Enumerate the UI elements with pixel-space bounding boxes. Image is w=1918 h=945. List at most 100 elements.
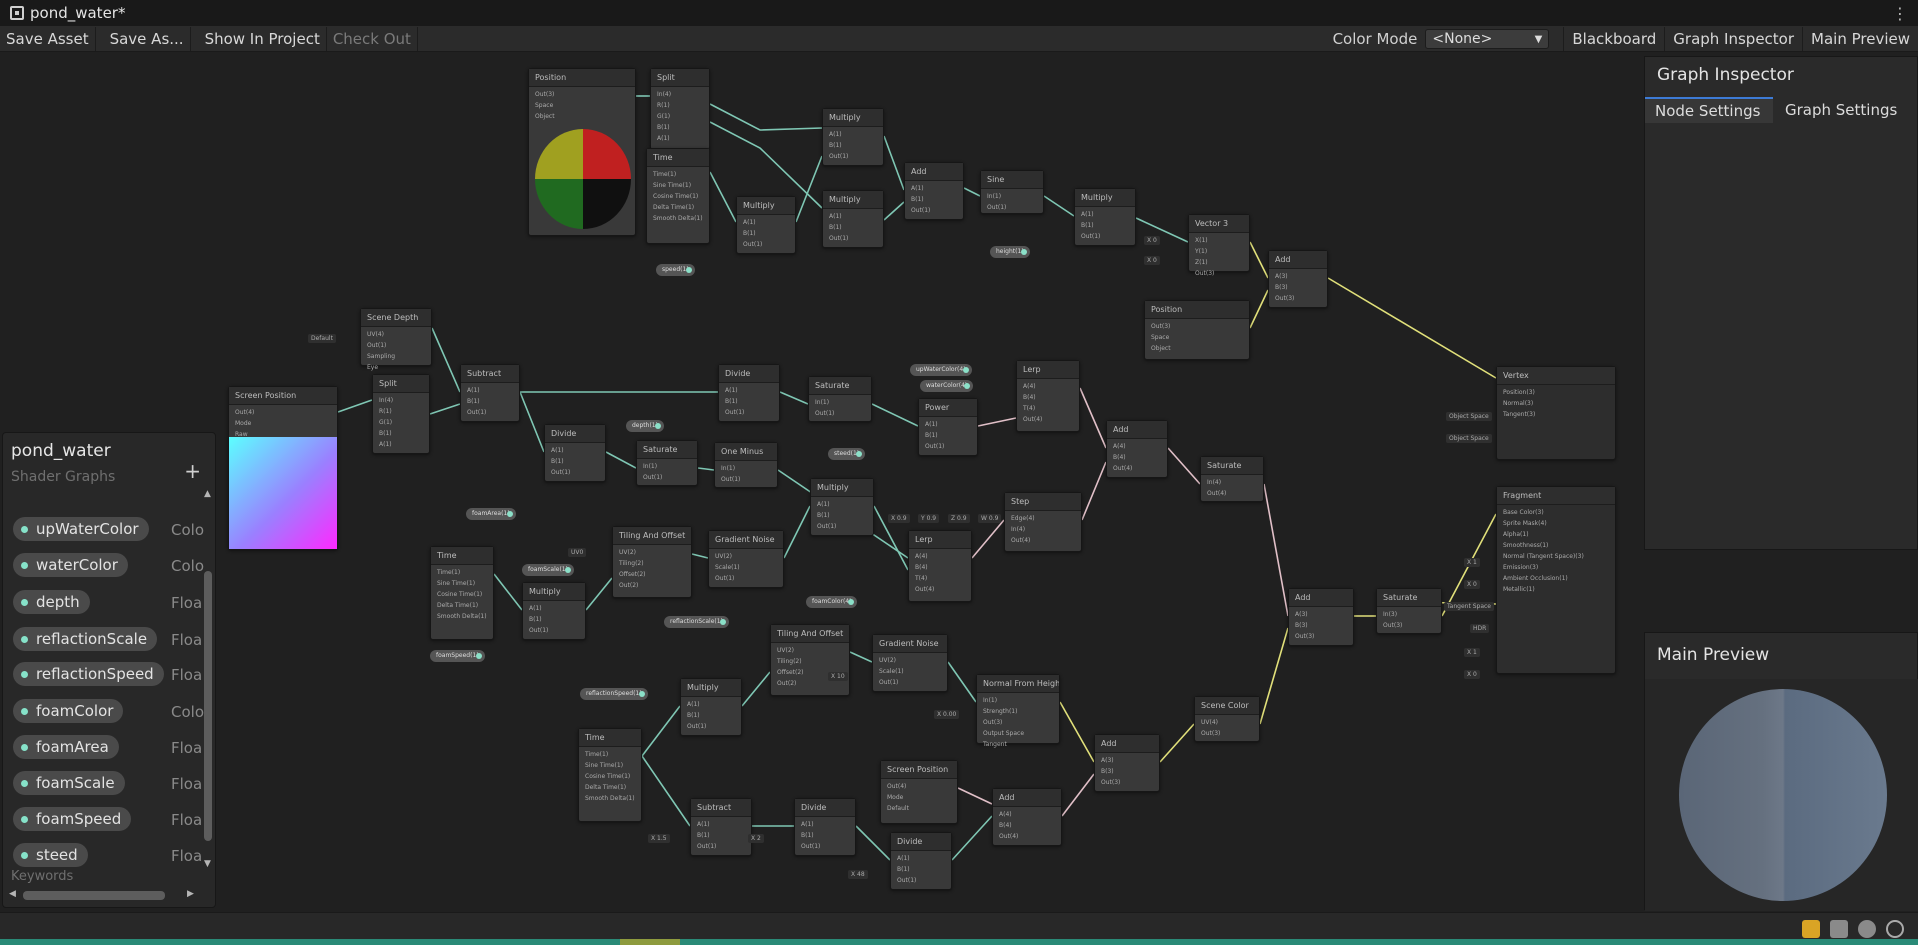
node-port[interactable]: A(1) xyxy=(529,605,542,612)
node-position1[interactable]: Position Out(3) Space Object xyxy=(528,68,636,236)
node-port[interactable]: Out(4) xyxy=(887,783,906,790)
property-pill[interactable]: foamColor xyxy=(13,699,124,723)
node-mul5[interactable]: Multiply A(1) B(1) Out(1) xyxy=(810,478,874,536)
node-port[interactable]: In(4) xyxy=(657,91,671,98)
edge[interactable] xyxy=(951,815,993,861)
node-vertex[interactable]: Vertex Position(3) Normal(3) Tangent(3) xyxy=(1496,366,1616,460)
node-port[interactable]: Object xyxy=(1151,345,1171,352)
node-port[interactable]: B(1) xyxy=(897,866,910,873)
node-scenecolor[interactable]: Scene Color UV(4) Out(3) xyxy=(1194,696,1260,742)
node-port[interactable]: UV(2) xyxy=(715,553,732,560)
blackboard-horizontal-scrollbar[interactable]: ◀ ▶ xyxy=(7,889,199,901)
node-port[interactable]: G(1) xyxy=(379,419,392,426)
property-node[interactable]: upWaterColor(4) xyxy=(910,364,972,376)
edge[interactable] xyxy=(947,661,977,703)
property-item[interactable]: foamArea Floa xyxy=(13,735,202,759)
layers-icon[interactable] xyxy=(1830,920,1848,938)
node-port[interactable]: Out(2) xyxy=(619,582,638,589)
node-port[interactable]: Out(1) xyxy=(551,469,570,476)
inline-value-field[interactable]: X 0.9 xyxy=(888,514,910,523)
edge[interactable] xyxy=(431,327,461,393)
property-pill[interactable]: steed xyxy=(13,843,88,867)
node-divide3[interactable]: Divide A(1) B(1) Out(1) xyxy=(794,798,856,856)
edge[interactable] xyxy=(855,825,891,861)
inline-value-field[interactable]: HDR xyxy=(1470,624,1490,633)
node-add3[interactable]: Add A(4) B(4) Out(4) xyxy=(1106,420,1168,478)
edge[interactable] xyxy=(849,651,873,663)
node-port[interactable]: Space xyxy=(1151,334,1169,341)
inline-value-field[interactable]: Tangent Space xyxy=(1444,602,1494,611)
node-port[interactable]: B(4) xyxy=(1023,394,1036,401)
edge[interactable] xyxy=(741,671,771,707)
node-saturate4[interactable]: Saturate In(3) Out(3) xyxy=(1376,588,1442,634)
node-port[interactable]: In(3) xyxy=(1383,611,1397,618)
blackboard-toggle-button[interactable]: Blackboard xyxy=(1563,27,1664,51)
node-screenpos1[interactable]: Screen Position Out(4) Mode Raw xyxy=(228,386,338,550)
node-port[interactable]: Out(4) xyxy=(1023,416,1042,423)
node-add6[interactable]: Add A(3) B(3) Out(3) xyxy=(1288,588,1354,646)
node-divide4[interactable]: Divide A(1) B(1) Out(1) xyxy=(890,832,952,890)
node-port[interactable]: Out(1) xyxy=(817,523,836,530)
node-port[interactable]: B(1) xyxy=(817,512,830,519)
node-port[interactable]: Out(1) xyxy=(721,476,740,483)
node-port[interactable]: Tangent xyxy=(983,741,1007,748)
node-port[interactable]: B(1) xyxy=(829,224,842,231)
edge[interactable] xyxy=(1079,387,1107,449)
node-port[interactable]: Ambient Occlusion(1) xyxy=(1503,575,1568,582)
tab-graph-settings[interactable]: Graph Settings xyxy=(1775,97,1918,123)
node-port[interactable]: Object xyxy=(535,113,555,120)
node-port[interactable]: A(1) xyxy=(467,387,480,394)
node-port[interactable]: Z(1) xyxy=(1195,259,1208,266)
edge[interactable] xyxy=(871,403,919,427)
inline-value-field[interactable]: X 0 xyxy=(1464,580,1480,589)
node-oneminus[interactable]: One Minus In(1) Out(1) xyxy=(714,442,778,488)
property-item[interactable]: foamScale Floa xyxy=(13,771,202,795)
node-port[interactable]: R(1) xyxy=(379,408,392,415)
node-port[interactable]: Out(1) xyxy=(987,204,1006,211)
node-port[interactable]: Smooth Delta(1) xyxy=(437,613,487,620)
node-port[interactable]: Emission(3) xyxy=(1503,564,1538,571)
edge[interactable] xyxy=(709,103,823,131)
node-port[interactable]: B(1) xyxy=(911,196,924,203)
node-port[interactable]: Out(4) xyxy=(1207,490,1226,497)
node-port[interactable]: A(1) xyxy=(1081,211,1094,218)
property-node[interactable]: reflactionSpeed(1) xyxy=(580,688,648,700)
edge[interactable] xyxy=(1249,289,1269,329)
edge[interactable] xyxy=(691,553,709,559)
inline-value-field[interactable]: X 48 xyxy=(848,870,868,879)
edge[interactable] xyxy=(1061,773,1095,817)
property-item[interactable]: waterColor Colo xyxy=(13,553,204,577)
node-port[interactable]: UV(2) xyxy=(879,657,896,664)
node-port[interactable]: Eye xyxy=(367,364,378,371)
save-as-button[interactable]: Save As... xyxy=(104,26,191,51)
property-item[interactable]: foamSpeed Floa xyxy=(13,807,202,831)
node-port[interactable]: A(3) xyxy=(1275,273,1288,280)
node-port[interactable]: Scale(1) xyxy=(715,564,740,571)
scroll-left-icon[interactable]: ◀ xyxy=(9,889,16,899)
node-port[interactable]: UV(2) xyxy=(619,549,636,556)
color-mode-select[interactable]: <None> ▼ xyxy=(1425,29,1550,49)
inline-value-field[interactable]: Y 0.9 xyxy=(918,514,940,523)
node-port[interactable]: Out(1) xyxy=(725,409,744,416)
node-port[interactable]: Tiling(2) xyxy=(619,560,644,567)
property-node[interactable]: speed(1) xyxy=(656,264,695,276)
edge[interactable] xyxy=(519,391,545,453)
node-port[interactable]: Strength(1) xyxy=(983,708,1017,715)
node-port[interactable]: In(1) xyxy=(983,697,997,704)
property-node[interactable]: steed(1) xyxy=(828,448,866,460)
edge[interactable] xyxy=(957,787,993,805)
node-port[interactable]: A(1) xyxy=(925,421,938,428)
main-preview-toggle-button[interactable]: Main Preview xyxy=(1802,27,1918,51)
show-in-project-button[interactable]: Show In Project xyxy=(199,26,327,51)
edge[interactable] xyxy=(337,399,373,413)
node-tiling2[interactable]: Tiling And Offset UV(2) Tiling(2) Offset(2)… xyxy=(770,624,850,696)
node-port[interactable]: B(3) xyxy=(1275,284,1288,291)
node-divide2[interactable]: Divide A(1) B(1) Out(1) xyxy=(718,364,780,422)
node-port[interactable]: X(1) xyxy=(1195,237,1208,244)
node-port[interactable]: Tangent(3) xyxy=(1503,411,1535,418)
property-item[interactable]: foamColor Colo xyxy=(13,699,204,723)
property-item[interactable]: steed Floa xyxy=(13,843,202,867)
node-add2[interactable]: Add A(3) B(3) Out(3) xyxy=(1268,250,1328,308)
blackboard-vertical-scrollbar[interactable]: ▲ ▼ xyxy=(203,489,213,869)
node-port[interactable]: UV(4) xyxy=(1201,719,1218,726)
